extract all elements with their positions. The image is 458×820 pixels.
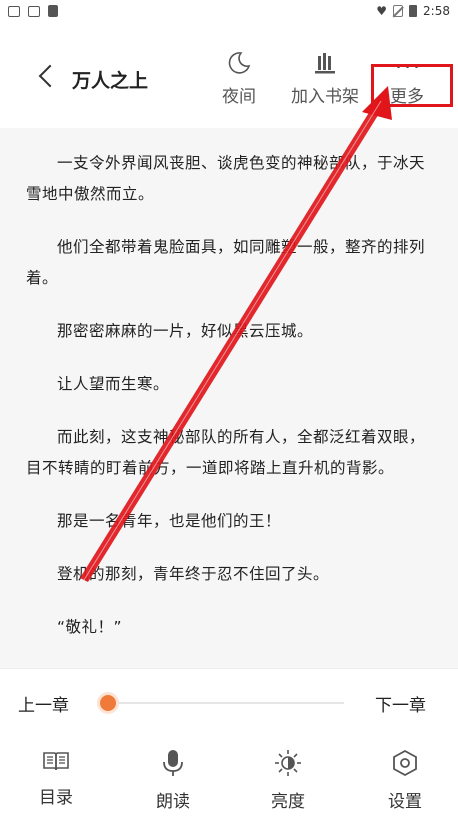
book-title: 万人之上 <box>72 70 149 92</box>
settings-button[interactable]: 设置 <box>375 749 435 812</box>
paragraph: 一支令外界闻风丧胆、谈虎色变的神秘部队，于冰天雪地中傲然而立。 <box>26 154 426 203</box>
paragraph: 那是一名青年，也是他们的王！ <box>57 512 282 530</box>
add-to-shelf-label: 加入书架 <box>291 87 359 107</box>
next-chapter-button[interactable]: 下一章 <box>375 691 426 716</box>
status-right-icons: ♥ 2:58 <box>376 4 450 18</box>
paragraph: 那密密麻麻的一片，好似黑云压城。 <box>57 322 314 340</box>
chapter-content: 一支令外界闻风丧胆、谈虎色变的神秘部队，于冰天雪地中傲然而立。 他们全都带着鬼脸… <box>0 128 458 668</box>
brightness-icon <box>275 750 301 776</box>
more-button[interactable]: 更多 <box>390 50 424 107</box>
reader-header: 万人之上 夜间 加入书架 更多 <box>0 22 458 128</box>
battery-icon <box>409 5 418 17</box>
paragraph: 让人望而生寒。 <box>57 375 170 393</box>
no-sim-icon <box>393 5 404 17</box>
prev-chapter-button[interactable]: 上一章 <box>18 691 69 716</box>
paragraph: 登机的那刻，青年终于忍不住回了头。 <box>57 565 330 583</box>
add-to-shelf-button[interactable]: 加入书架 <box>291 50 359 107</box>
settings-hexagon-icon <box>393 749 417 777</box>
status-bar: ♥ 2:58 <box>0 0 458 22</box>
catalog-label: 目录 <box>39 788 73 808</box>
paragraph: “敬礼！” <box>57 618 123 636</box>
status-left-icons <box>8 5 58 17</box>
reader-bottom-panel: 上一章 下一章 目录 朗读 亮度 设置 <box>0 668 458 820</box>
read-aloud-label: 朗读 <box>156 792 190 812</box>
bookshelf-icon <box>315 53 335 74</box>
settings-label: 设置 <box>388 792 422 812</box>
read-aloud-button[interactable]: 朗读 <box>143 749 203 812</box>
wifi-icon: ♥ <box>376 4 388 18</box>
notification-icon <box>8 5 20 17</box>
catalog-book-icon <box>43 752 69 771</box>
qr-icon <box>28 5 40 17</box>
more-label: 更多 <box>390 87 424 107</box>
brightness-button[interactable]: 亮度 <box>258 749 318 812</box>
chapter-progress-track[interactable] <box>110 702 344 704</box>
night-mode-label: 夜间 <box>222 87 256 107</box>
brightness-label: 亮度 <box>271 792 305 812</box>
microphone-icon <box>163 750 183 776</box>
moon-icon <box>228 52 251 74</box>
app-icon <box>48 5 58 17</box>
catalog-button[interactable]: 目录 <box>26 749 86 808</box>
chapter-progress-thumb[interactable] <box>100 695 116 711</box>
status-time: 2:58 <box>423 4 450 18</box>
more-dots-icon <box>396 65 418 68</box>
back-arrow-icon[interactable] <box>36 62 58 92</box>
paragraph: 他们全都带着鬼脸面具，如同雕塑一般，整齐的排列着。 <box>26 238 426 287</box>
paragraph: 而此刻，这支神秘部队的所有人，全都泛红着双眼，目不转睛的盯着前方，一道即将踏上直… <box>26 428 426 477</box>
night-mode-button[interactable]: 夜间 <box>222 50 256 107</box>
